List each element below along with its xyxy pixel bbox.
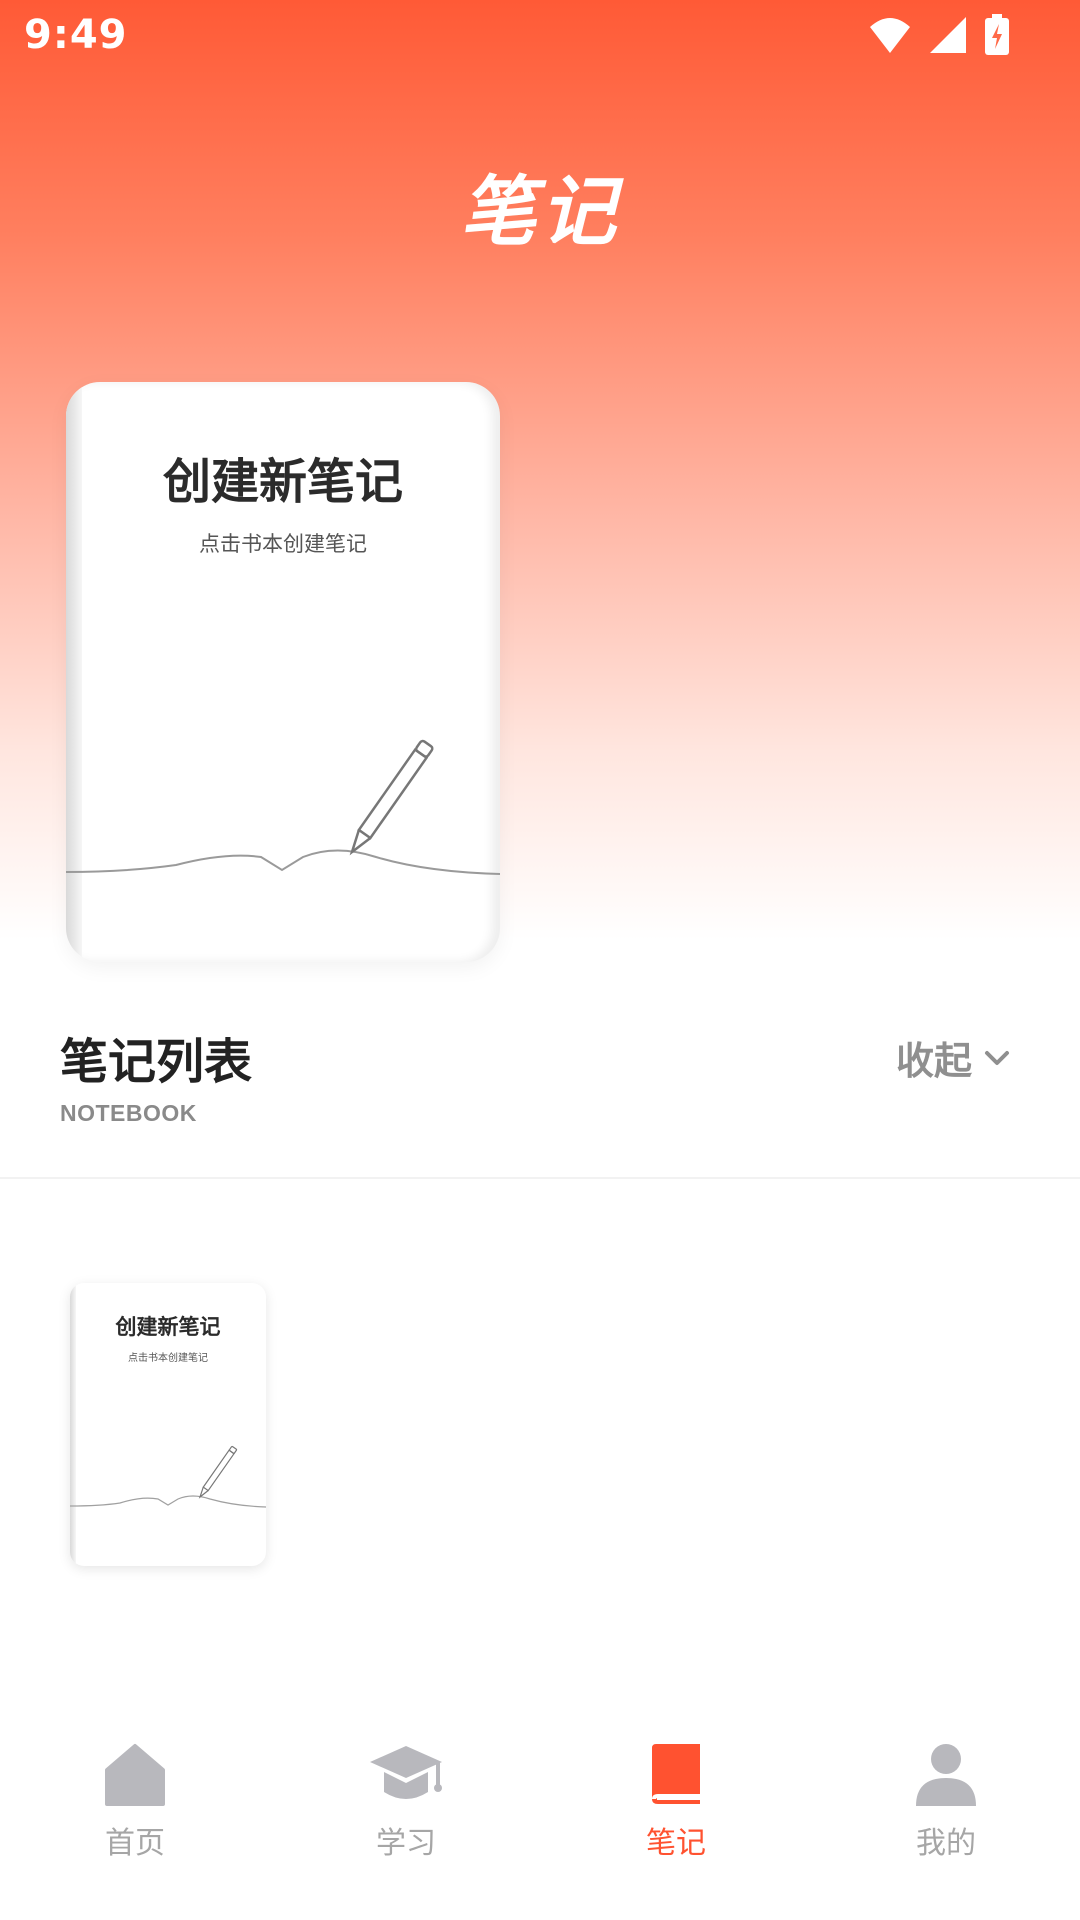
collapse-label: 收起 bbox=[895, 1039, 972, 1083]
status-time: 9:49 bbox=[24, 12, 128, 58]
wifi-icon bbox=[870, 18, 910, 53]
tab-mine[interactable]: 我的 bbox=[846, 1742, 1046, 1862]
tab-study-label: 学习 bbox=[376, 1826, 436, 1861]
notebook-item[interactable]: 创建新笔记 点击书本创建笔记 bbox=[70, 1283, 266, 1566]
tab-home[interactable]: 首页 bbox=[35, 1742, 235, 1862]
tab-mine-label: 我的 bbox=[916, 1826, 976, 1861]
pencil-sketch-icon bbox=[70, 1445, 266, 1508]
cellular-signal-icon bbox=[930, 17, 966, 53]
home-icon bbox=[105, 1744, 165, 1806]
person-icon bbox=[916, 1744, 976, 1806]
tab-notes-label: 笔记 bbox=[646, 1826, 706, 1861]
page-title: 笔记 bbox=[460, 167, 620, 256]
tab-bar: 首页 学习 笔记 我的 bbox=[0, 1672, 1080, 1920]
notebook-icon bbox=[652, 1744, 700, 1804]
notebook-item-title: 创建新笔记 bbox=[115, 1314, 221, 1339]
tab-home-label: 首页 bbox=[105, 1826, 165, 1861]
notebook-item-subtitle: 点击书本创建笔记 bbox=[128, 1353, 208, 1364]
divider bbox=[0, 1177, 1080, 1179]
collapse-button[interactable]: 收起 bbox=[896, 1030, 1010, 1085]
pencil-sketch-icon bbox=[66, 739, 500, 875]
status-bar: 9:49 bbox=[0, 0, 1080, 70]
create-notebook-card[interactable]: 创建新笔记 点击书本创建笔记 bbox=[66, 382, 500, 962]
create-notebook-title: 创建新笔记 bbox=[162, 454, 403, 510]
status-icons bbox=[868, 14, 1010, 56]
graduation-cap-icon bbox=[370, 1746, 442, 1799]
notebook-list-title: 笔记列表 bbox=[60, 1034, 253, 1090]
tab-study[interactable]: 学习 bbox=[306, 1742, 506, 1862]
create-notebook-subtitle: 点击书本创建笔记 bbox=[199, 532, 367, 556]
notebook-list-subtitle: NOTEBOOK bbox=[60, 1100, 197, 1126]
tab-notes[interactable]: 笔记 bbox=[576, 1742, 776, 1862]
chevron-down-icon bbox=[985, 1050, 1009, 1065]
battery-charging-icon bbox=[985, 14, 1009, 55]
